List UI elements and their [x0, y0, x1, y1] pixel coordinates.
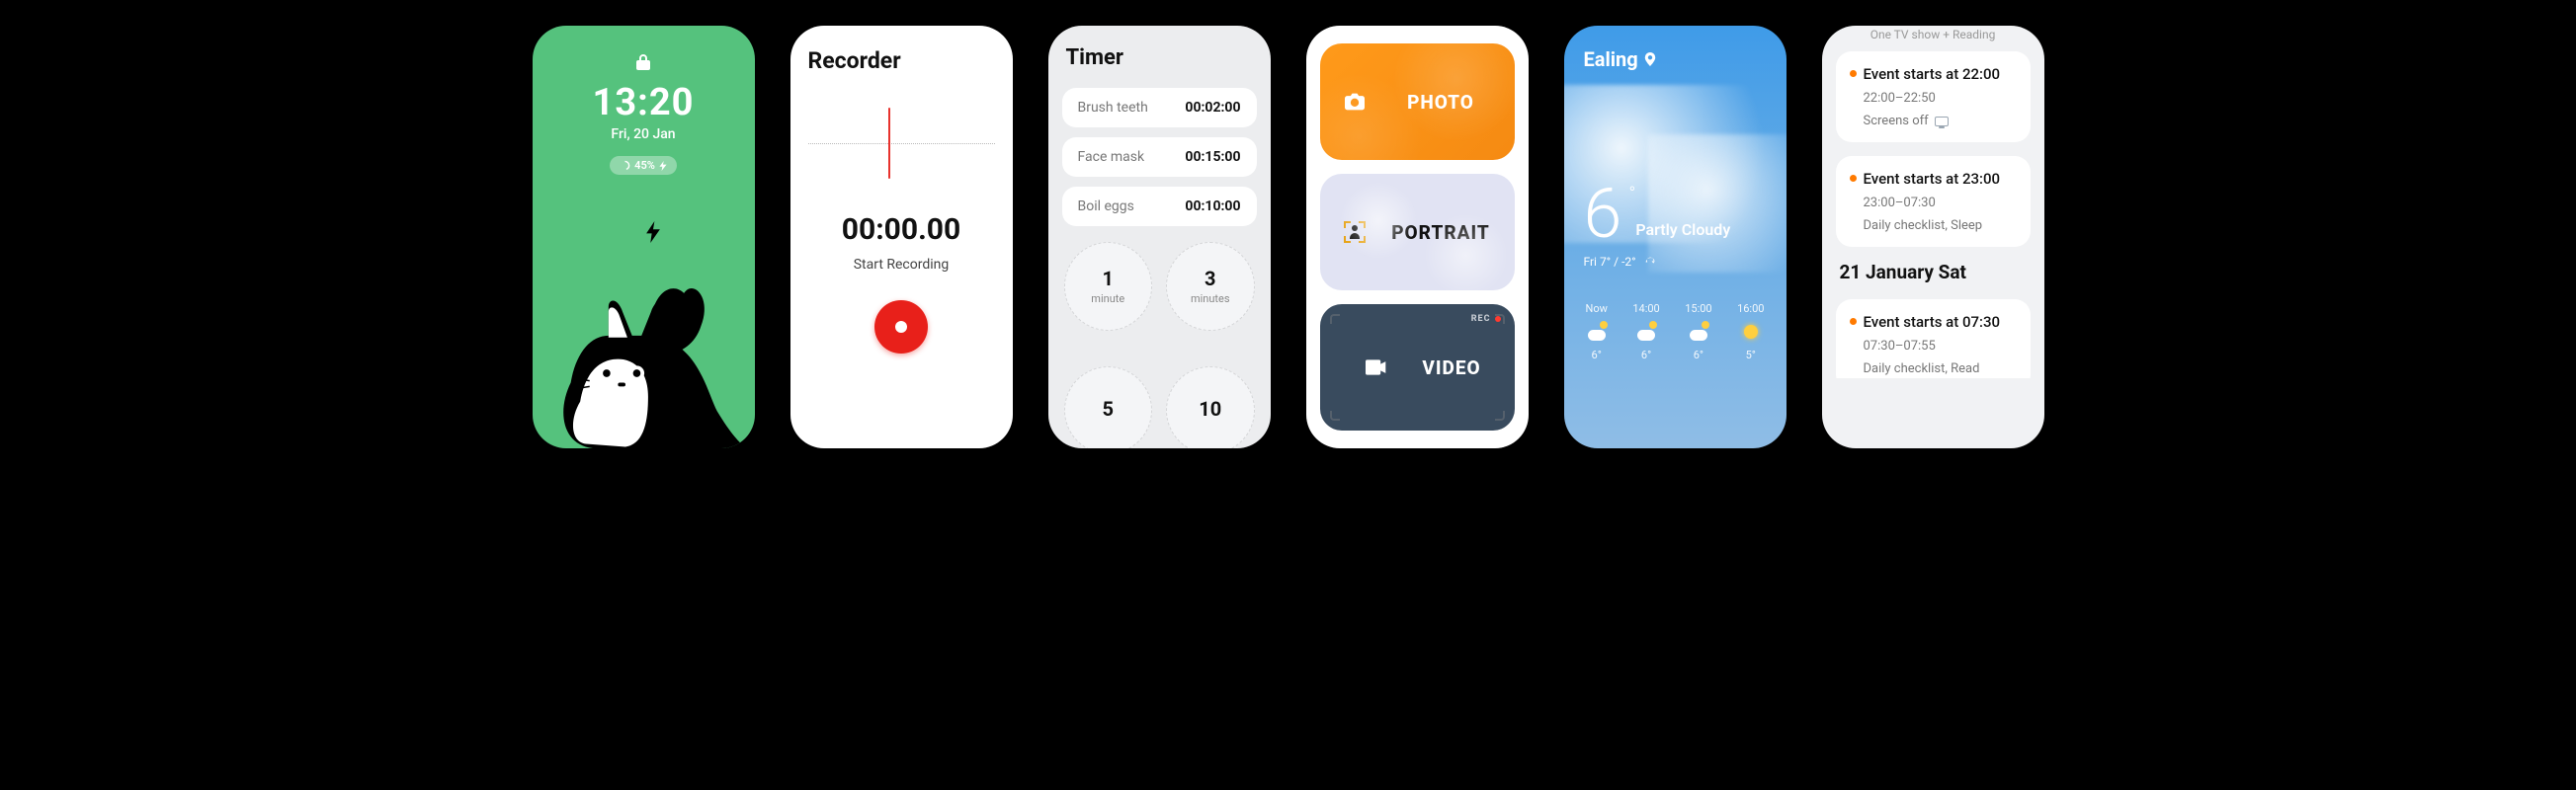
- forecast-hour: Now 6°: [1586, 302, 1608, 361]
- dial-number: 5: [1103, 397, 1114, 421]
- timer-preset-value: 00:02:00: [1185, 100, 1240, 116]
- camera-modes-card: PHOTO PORTRAIT REC VIDEO: [1306, 26, 1529, 448]
- hour-temp: 5°: [1746, 349, 1756, 361]
- recorder-title: Recorder: [808, 47, 995, 74]
- battery-text: 45%: [634, 159, 655, 172]
- calendar-event[interactable]: Event starts at 22:00 22:00–22:50 Screen…: [1836, 51, 2031, 142]
- portrait-frame-icon: [1342, 221, 1368, 243]
- dial-unit: minutes: [1191, 292, 1230, 305]
- timer-preset[interactable]: Boil eggs 00:10:00: [1062, 187, 1257, 226]
- weather-location[interactable]: Ealing: [1584, 47, 1767, 71]
- weather-sunny-icon: [1740, 321, 1762, 343]
- calendar-event[interactable]: Event starts at 23:00 23:00–07:30 Daily …: [1836, 156, 2031, 247]
- forecast-hour: 16:00 5°: [1737, 302, 1764, 361]
- lock-icon: [635, 53, 651, 75]
- bolt-icon: [659, 161, 667, 171]
- hour-temp: 6°: [1592, 349, 1602, 361]
- camera-mode-photo[interactable]: PHOTO: [1320, 43, 1515, 160]
- timer-preset-value: 00:10:00: [1185, 198, 1240, 214]
- record-dot-icon: [895, 321, 907, 333]
- hourly-forecast[interactable]: Now 6° 14:00 6° 15:00 6° 16:00 5°: [1584, 302, 1767, 361]
- event-title: Event starts at 07:30: [1864, 313, 2015, 331]
- recorder-time: 00:00.00: [808, 212, 995, 247]
- calendar-card[interactable]: One TV show + Reading Event starts at 22…: [1822, 26, 2044, 448]
- event-desc: Daily checklist, Read: [1864, 361, 2015, 376]
- timer-quick-dial[interactable]: 1 minute: [1064, 242, 1153, 331]
- timer-card: Timer Brush teeth 00:02:00 Face mask 00:…: [1048, 26, 1271, 448]
- hour-label: 16:00: [1737, 302, 1764, 315]
- timer-preset[interactable]: Brush teeth 00:02:00: [1062, 88, 1257, 127]
- hour-label: 15:00: [1685, 302, 1711, 315]
- dial-number: 1: [1103, 267, 1114, 290]
- dial-number: 3: [1205, 267, 1215, 290]
- playhead-icon: [888, 108, 890, 179]
- waveform: [808, 104, 995, 183]
- event-title: Event starts at 22:00: [1864, 65, 2015, 83]
- hour-label: Now: [1586, 302, 1608, 315]
- event-desc: Daily checklist, Sleep: [1864, 218, 2015, 233]
- timer-quick-dial[interactable]: 5: [1064, 366, 1153, 449]
- battery-ring-icon: [620, 160, 630, 171]
- tv-icon: [1935, 117, 1949, 126]
- mode-label: PHOTO: [1389, 91, 1493, 114]
- weather-card: Ealing 6° Partly Cloudy Fri 7° / -2° Now…: [1564, 26, 1787, 448]
- camera-icon: [1342, 93, 1368, 111]
- timer-quick-dial[interactable]: 3 minutes: [1166, 242, 1255, 331]
- temp-range: Fri 7° / -2°: [1584, 255, 1636, 269]
- event-time: 22:00–22:50: [1864, 91, 2015, 106]
- timer-preset-label: Face mask: [1078, 149, 1145, 165]
- event-desc: Screens off: [1864, 114, 2015, 128]
- camera-mode-portrait[interactable]: PORTRAIT: [1320, 174, 1515, 290]
- mode-label: PORTRAIT: [1389, 221, 1493, 244]
- timer-quick-dial[interactable]: 10: [1166, 366, 1255, 449]
- weather-cloudy-icon: [1688, 321, 1709, 343]
- timer-preset[interactable]: Face mask 00:15:00: [1062, 137, 1257, 177]
- lock-date: Fri, 20 Jan: [533, 126, 755, 142]
- hour-temp: 6°: [1641, 349, 1651, 361]
- event-time: 23:00–07:30: [1864, 196, 2015, 210]
- timer-preset-label: Boil eggs: [1078, 198, 1134, 214]
- forecast-hour: 15:00 6°: [1685, 302, 1711, 361]
- recorder-card: Recorder 00:00.00 Start Recording: [790, 26, 1013, 448]
- weather-cloudy-icon: [1635, 321, 1657, 343]
- mode-label: VIDEO: [1411, 356, 1493, 379]
- timer-title: Timer: [1062, 45, 1257, 70]
- current-temperature: 6°: [1584, 180, 1622, 249]
- dial-unit: minute: [1091, 292, 1124, 305]
- weather-cloudy-icon: [1586, 321, 1608, 343]
- timer-preset-label: Brush teeth: [1078, 100, 1148, 116]
- rec-indicator: REC: [1471, 314, 1501, 324]
- record-button[interactable]: [874, 300, 928, 354]
- lock-time: 13:20: [533, 81, 755, 124]
- calendar-date-header: 21 January Sat: [1840, 261, 2027, 283]
- cloud-decoration: [1648, 134, 1787, 273]
- lightning-icon: [646, 221, 660, 248]
- hour-temp: 6°: [1694, 349, 1703, 361]
- city-name: Ealing: [1584, 47, 1638, 71]
- forecast-hour: 14:00 6°: [1632, 302, 1659, 361]
- lockscreen-card: 13:20 Fri, 20 Jan 45%: [533, 26, 755, 448]
- hour-label: 14:00: [1632, 302, 1659, 315]
- location-pin-icon: [1644, 52, 1656, 66]
- event-time: 07:30–07:55: [1864, 339, 2015, 354]
- calendar-event[interactable]: Event starts at 07:30 07:30–07:55 Daily …: [1836, 299, 2031, 378]
- battery-pill[interactable]: 45%: [610, 156, 677, 175]
- truncated-prev-event: One TV show + Reading: [1836, 26, 2031, 51]
- event-title: Event starts at 23:00: [1864, 170, 2015, 188]
- cat-illustration: [533, 221, 755, 448]
- video-icon: [1364, 359, 1389, 375]
- recorder-subtitle: Start Recording: [808, 257, 995, 273]
- cat-icon: [542, 270, 750, 448]
- dial-number: 10: [1199, 397, 1221, 421]
- camera-mode-video[interactable]: REC VIDEO: [1320, 304, 1515, 431]
- timer-preset-value: 00:15:00: [1185, 149, 1240, 165]
